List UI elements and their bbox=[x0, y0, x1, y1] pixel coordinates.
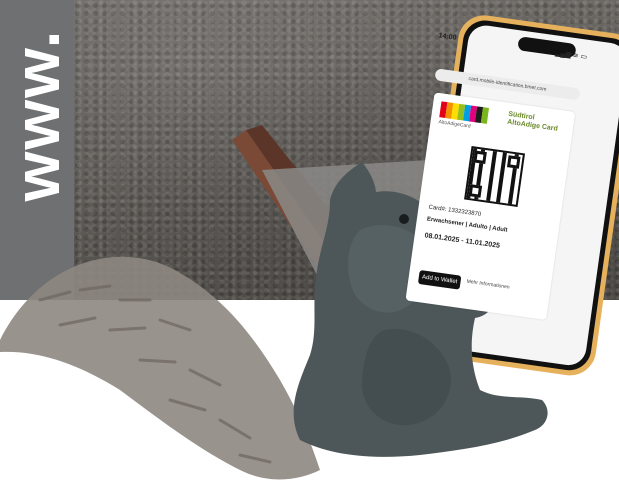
collage-image: www. 14:00 ▂▄▆ ≋ ▭ card.mobile-identific… bbox=[0, 0, 619, 496]
illustration-layer bbox=[0, 15, 619, 496]
squirrel-eye bbox=[399, 214, 409, 224]
